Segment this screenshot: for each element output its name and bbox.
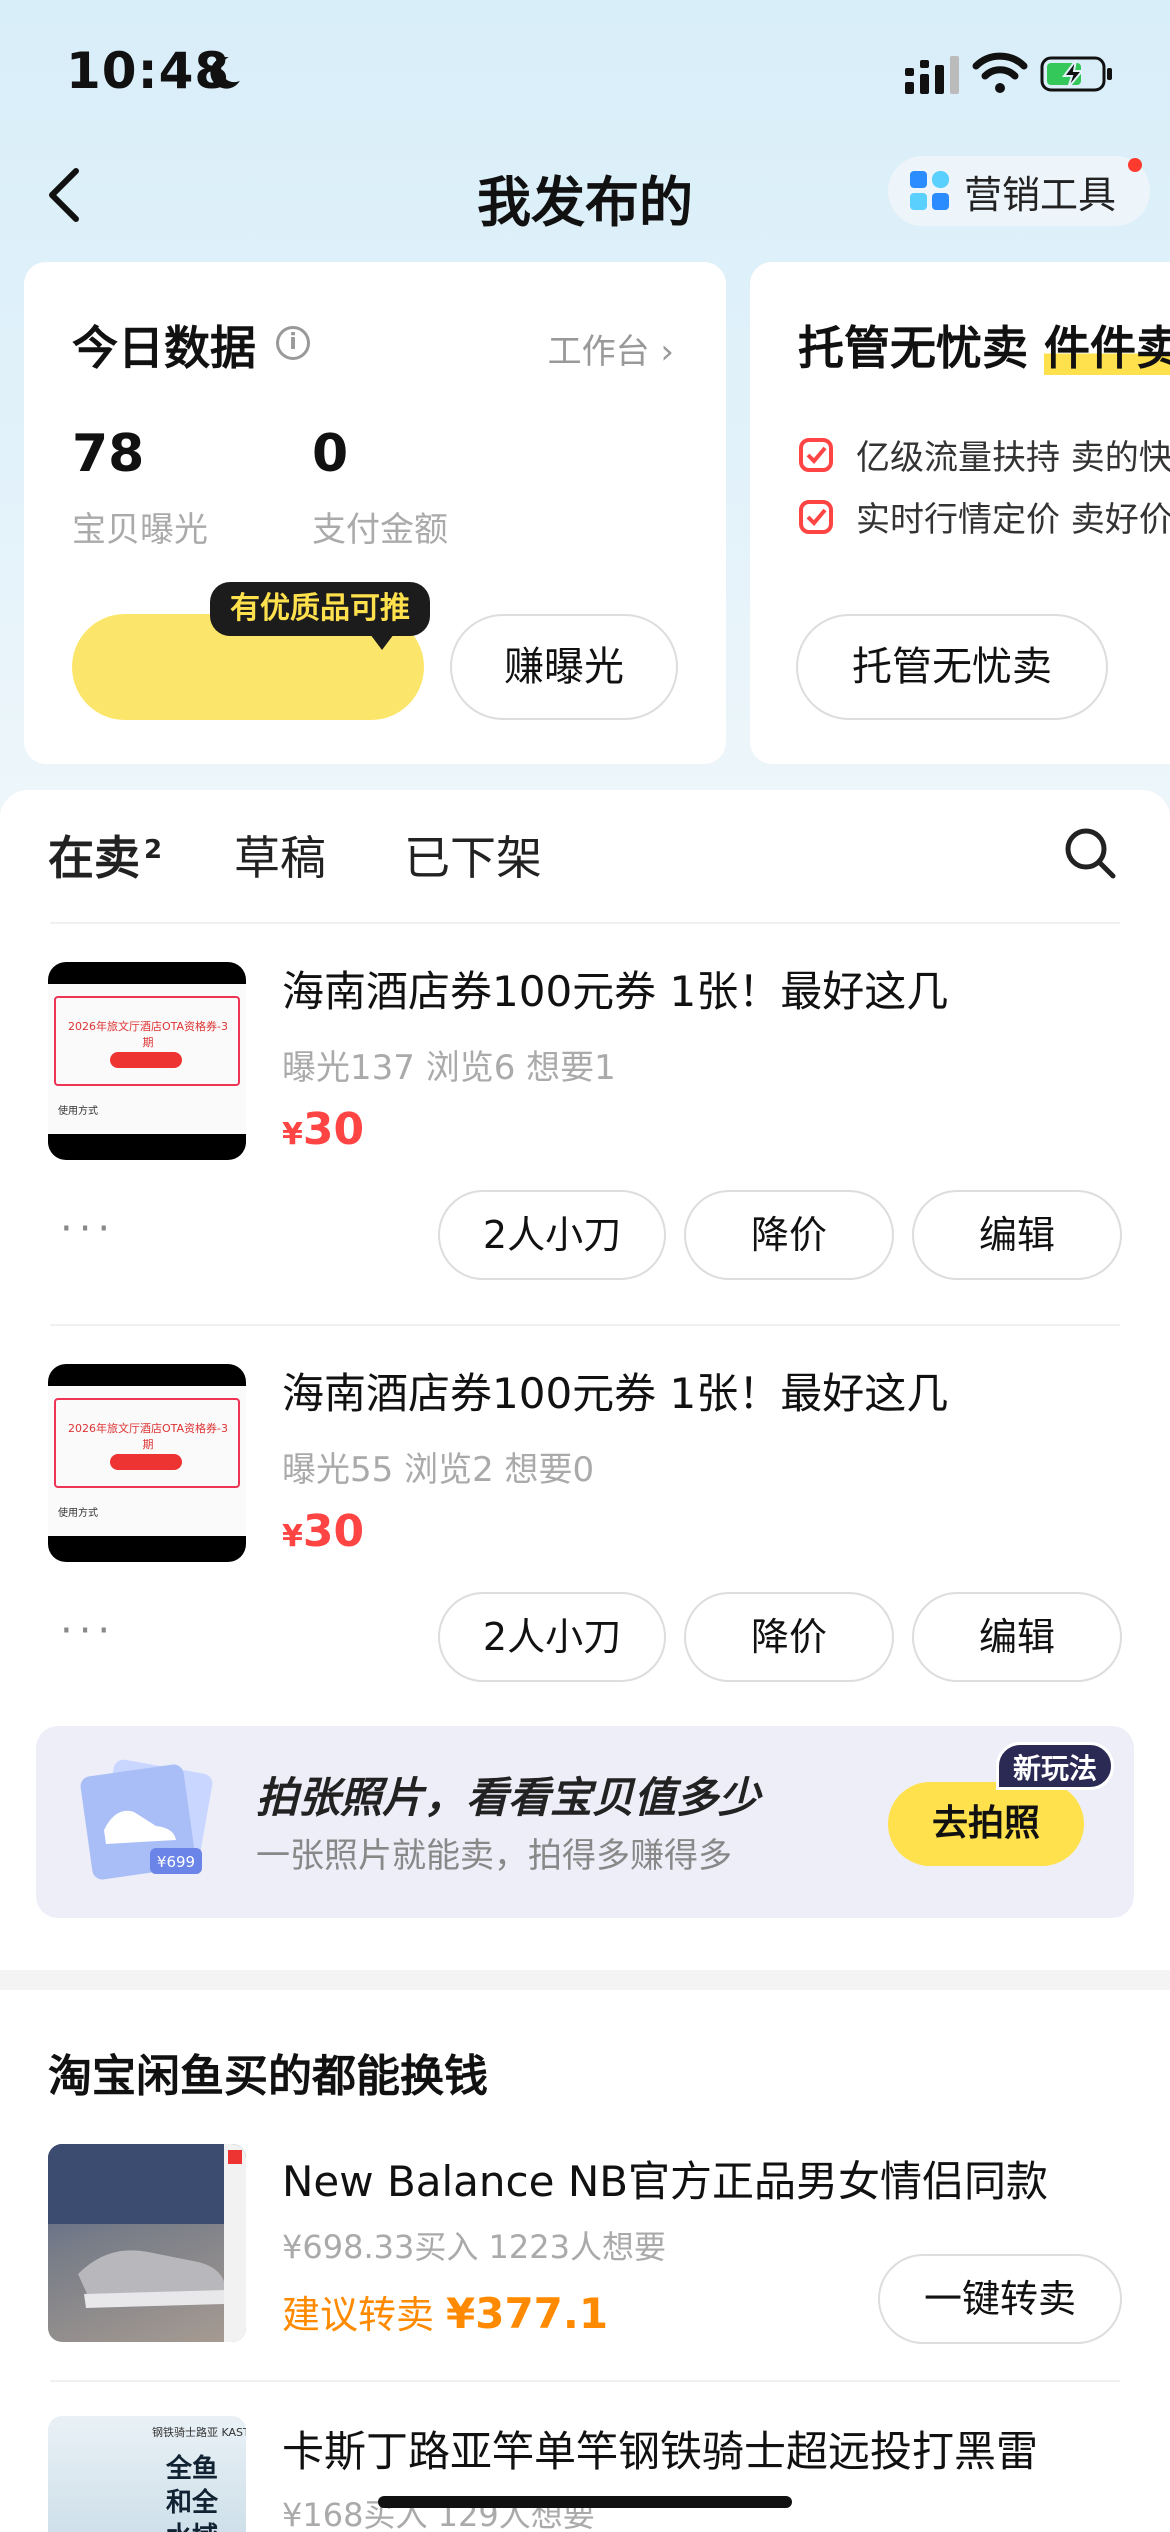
payment-label: 支付金额 bbox=[312, 510, 448, 550]
divider bbox=[50, 2380, 1120, 2382]
wifi-icon bbox=[972, 52, 1028, 93]
product-title[interactable]: 卡斯丁路亚竿单竿钢铁骑士超远投打黑雷 bbox=[282, 2418, 1038, 2479]
coupon-document: 2026年旅文厅酒店OTA资格券-3期 使用方式 bbox=[48, 984, 246, 1134]
coupon-doc-button bbox=[110, 1454, 182, 1470]
listing-price: ¥30 bbox=[282, 1104, 364, 1155]
coupon-doc-button bbox=[110, 1052, 182, 1068]
info-icon[interactable]: i bbox=[276, 326, 310, 360]
product-thumbnail[interactable] bbox=[48, 2144, 246, 2342]
notification-dot bbox=[1128, 158, 1142, 172]
photo-sell-banner[interactable]: ¥699 拍张照片，看看宝贝值多少 一张照片就能卖，拍得多赚得多 去拍照 新玩法 bbox=[36, 1726, 1134, 1918]
divider bbox=[50, 922, 1120, 924]
product-brand: 钢铁骑士路亚 KASTKING bbox=[152, 2426, 246, 2439]
battery-charging-icon bbox=[1040, 56, 1112, 92]
product-title[interactable]: New Balance NB官方正品男女情侣同款 bbox=[282, 2148, 1048, 2209]
tab-selling-label: 在卖 bbox=[48, 831, 140, 885]
managed-title-highlight: 件件卖 bbox=[1044, 321, 1170, 375]
managed-sell-button[interactable]: 托管无忧卖 bbox=[796, 614, 1108, 720]
edit-button[interactable]: 编辑 bbox=[912, 1190, 1122, 1280]
listing-title[interactable]: 海南酒店券100元券 1张！最好这几 bbox=[282, 1360, 948, 1421]
listing-thumbnail[interactable]: 2026年旅文厅酒店OTA资格券-3期 使用方式 bbox=[48, 962, 246, 1160]
listing-stats: 曝光137 浏览6 想要1 bbox=[282, 1048, 616, 1088]
new-feature-badge: 新玩法 bbox=[996, 1742, 1115, 1790]
exposure-value: 78 bbox=[72, 424, 145, 484]
exposure-label: 宝贝曝光 bbox=[72, 510, 208, 550]
check-circle-icon bbox=[799, 437, 833, 472]
today-data-title: 今日数据 bbox=[72, 321, 256, 375]
marketing-tool-label: 营销工具 bbox=[964, 172, 1117, 217]
product-image-text: 全鱼和全水域 bbox=[166, 2454, 219, 2532]
listing-stats: 曝光55 浏览2 想要0 bbox=[282, 1450, 595, 1490]
today-data-card: 今日数据 i 工作台 › 78 宝贝曝光 0 支付金额 有优质品可推 赚曝光 bbox=[24, 262, 726, 764]
listing-price: ¥30 bbox=[282, 1506, 364, 1557]
managed-sell-title: 托管无忧卖 件件卖 bbox=[798, 312, 1170, 378]
banner-subtitle: 一张照片就能卖，拍得多赚得多 bbox=[256, 1836, 732, 1876]
sneaker-image bbox=[48, 2144, 246, 2342]
earn-exposure-button[interactable]: 赚曝光 bbox=[450, 614, 678, 720]
resell-heading: 淘宝闲鱼买的都能换钱 bbox=[48, 2051, 488, 2102]
currency-symbol: ¥ bbox=[282, 1519, 303, 1554]
status-bar: 10:48 bbox=[0, 0, 1170, 150]
price-value: 30 bbox=[302, 1104, 365, 1155]
divider bbox=[50, 1324, 1120, 1326]
currency-symbol: ¥ bbox=[282, 1117, 303, 1152]
coupon-doc-footer: 使用方式 bbox=[58, 1106, 98, 1117]
managed-bullet-1: 亿级流量扶持 卖的快 bbox=[798, 430, 1170, 479]
one-click-resell-button[interactable]: 一键转卖 bbox=[878, 2254, 1122, 2344]
selling-count: 2 bbox=[144, 834, 163, 865]
managed-title-prefix: 托管无忧卖 bbox=[798, 321, 1045, 375]
price-value: 30 bbox=[302, 1506, 365, 1557]
suggest-label: 建议转卖 bbox=[282, 2293, 435, 2337]
coupon-doc-footer: 使用方式 bbox=[58, 1508, 98, 1519]
marketing-tool-button[interactable]: 营销工具 bbox=[888, 156, 1150, 226]
search-icon[interactable] bbox=[1062, 825, 1118, 881]
cellular-signal-icon bbox=[905, 56, 959, 94]
coupon-document: 2026年旅文厅酒店OTA资格券-3期 使用方式 bbox=[48, 1386, 246, 1536]
bargain-button[interactable]: 2人小刀 bbox=[438, 1592, 666, 1682]
reduce-price-button[interactable]: 降价 bbox=[684, 1190, 894, 1280]
check-circle-icon bbox=[799, 499, 833, 534]
coupon-doc-title: 2026年旅文厅酒店OTA资格券-3期 bbox=[67, 1020, 228, 1049]
managed-sell-card: 托管无忧卖 件件卖 亿级流量扶持 卖的快 实时行情定价 卖好价 托管无忧卖 bbox=[750, 262, 1170, 764]
sneaker-photo-icon: ¥699 bbox=[80, 1759, 213, 1880]
bargain-button[interactable]: 2人小刀 bbox=[438, 1190, 666, 1280]
moon-icon bbox=[210, 56, 240, 89]
tab-selling[interactable]: 在卖 2 bbox=[48, 822, 163, 888]
tab-offline[interactable]: 已下架 bbox=[404, 822, 542, 888]
quality-item-tip: 有优质品可推 bbox=[210, 582, 430, 650]
suggest-price: ¥377.1 bbox=[446, 2289, 609, 2338]
product-stats: ¥698.33买入 1223人想要 bbox=[282, 2228, 666, 2266]
banner-title: 拍张照片，看看宝贝值多少 bbox=[256, 1773, 761, 1822]
workbench-link[interactable]: 工作台 › bbox=[548, 324, 674, 373]
home-indicator[interactable] bbox=[378, 2496, 792, 2508]
product-thumbnail[interactable]: 钢铁骑士路亚 KASTKING 全鱼和全水域 bbox=[48, 2416, 246, 2532]
managed-bullet-2-text: 实时行情定价 卖好价 bbox=[856, 500, 1170, 540]
take-photo-button[interactable]: 去拍照 bbox=[888, 1782, 1084, 1866]
payment-value: 0 bbox=[312, 424, 349, 484]
edit-button[interactable]: 编辑 bbox=[912, 1592, 1122, 1682]
listing-thumbnail[interactable]: 2026年旅文厅酒店OTA资格券-3期 使用方式 bbox=[48, 1364, 246, 1562]
suggested-resell: 建议转卖 ¥377.1 bbox=[282, 2284, 608, 2339]
grid-apps-icon bbox=[910, 171, 949, 210]
coupon-doc-title: 2026年旅文厅酒店OTA资格券-3期 bbox=[67, 1422, 228, 1451]
managed-bullet-2: 实时行情定价 卖好价 bbox=[798, 492, 1170, 541]
listing-title[interactable]: 海南酒店券100元券 1张！最好这几 bbox=[282, 958, 948, 1019]
reduce-price-button[interactable]: 降价 bbox=[684, 1592, 894, 1682]
more-options-button[interactable]: ··· bbox=[60, 1206, 116, 1252]
banner-image-price: ¥699 bbox=[157, 1853, 195, 1871]
tab-draft[interactable]: 草稿 bbox=[234, 822, 326, 888]
workbench-label: 工作台 bbox=[547, 332, 650, 372]
managed-bullet-1-text: 亿级流量扶持 卖的快 bbox=[856, 438, 1170, 478]
more-options-button[interactable]: ··· bbox=[60, 1608, 116, 1654]
